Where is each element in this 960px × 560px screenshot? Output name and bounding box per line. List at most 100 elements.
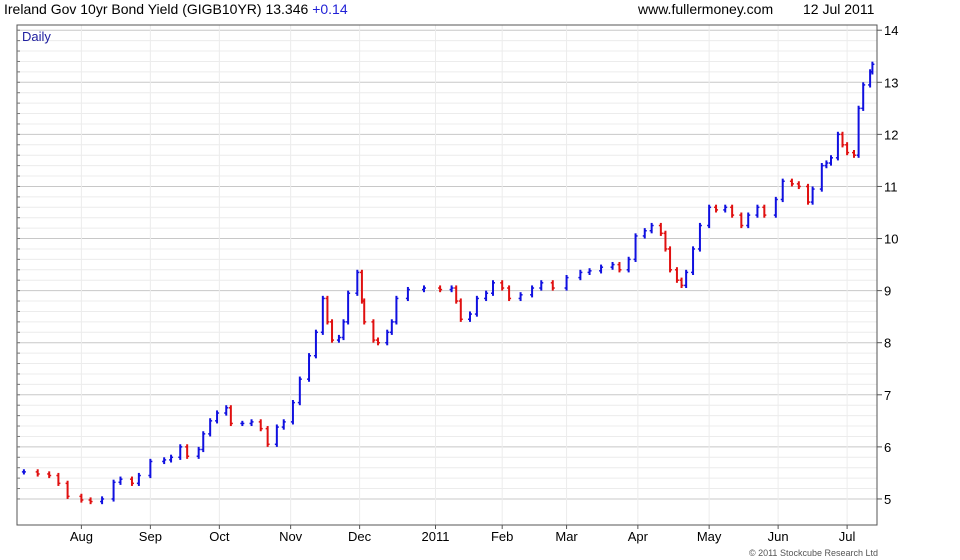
price-bar xyxy=(739,212,744,229)
price-bar xyxy=(539,280,544,291)
y-tick-label: 14 xyxy=(884,23,898,38)
price-bar xyxy=(376,337,381,346)
price-bars xyxy=(21,61,875,505)
y-tick-label: 11 xyxy=(884,179,898,194)
price-bar xyxy=(796,181,801,190)
price-bar xyxy=(518,292,523,302)
price-bar xyxy=(405,286,410,302)
price-bar xyxy=(852,150,857,158)
x-tick-label: Nov xyxy=(279,529,303,544)
price-bar xyxy=(88,497,93,505)
price-bar xyxy=(810,186,815,205)
price-bar xyxy=(755,204,760,218)
price-bar xyxy=(394,295,399,325)
price-bar xyxy=(274,424,279,447)
price-bar xyxy=(371,319,376,343)
price-bar xyxy=(789,178,794,187)
price-bar xyxy=(845,142,850,156)
price-bar xyxy=(281,419,286,430)
x-tick-label: May xyxy=(697,529,722,544)
price-bar xyxy=(679,277,684,289)
price-bar xyxy=(835,131,840,161)
price-bar xyxy=(500,280,505,291)
price-bar xyxy=(550,280,555,291)
price-bar xyxy=(663,230,668,252)
price-bar xyxy=(458,298,463,322)
price-bar xyxy=(730,204,735,218)
price-bar xyxy=(449,285,454,293)
price-bar xyxy=(762,204,767,218)
price-bar xyxy=(746,212,751,229)
price-bar xyxy=(56,472,61,486)
price-bar xyxy=(587,268,592,275)
copyright-notice: © 2011 Stockcube Research Ltd xyxy=(748,548,878,558)
y-tick-label: 6 xyxy=(884,440,891,455)
price-bar xyxy=(346,290,351,325)
price-bar xyxy=(824,160,829,169)
price-bar xyxy=(806,183,811,205)
price-bar xyxy=(162,457,167,465)
y-tick-label: 9 xyxy=(884,284,891,299)
x-tick-label: Jul xyxy=(839,529,856,544)
price-bar xyxy=(224,405,229,416)
x-tick-label: 2011 xyxy=(422,529,450,544)
y-tick-label: 8 xyxy=(884,336,891,351)
price-bar xyxy=(642,228,647,239)
x-tick-label: Dec xyxy=(348,529,372,544)
price-bar xyxy=(564,275,569,291)
price-bar xyxy=(313,329,318,359)
price-bar xyxy=(148,458,153,479)
price-bar xyxy=(633,233,638,262)
price-bar xyxy=(65,480,70,499)
price-bar xyxy=(474,295,479,317)
x-tick-label: Mar xyxy=(555,529,578,544)
price-bar xyxy=(870,61,875,75)
plot-frame xyxy=(16,24,878,526)
price-bar xyxy=(723,204,728,213)
price-bar xyxy=(79,493,84,503)
x-tick-label: Jun xyxy=(768,529,789,544)
price-bar xyxy=(341,319,346,341)
price-bar xyxy=(355,269,360,296)
price-bar xyxy=(290,400,295,425)
x-tick-label: Feb xyxy=(491,529,513,544)
period-label: Daily xyxy=(22,29,51,44)
price-bar xyxy=(249,419,254,427)
price-bar xyxy=(861,82,866,111)
price-bar xyxy=(438,285,443,293)
price-bar xyxy=(484,290,489,302)
price-bar xyxy=(610,261,615,270)
price-bar xyxy=(578,269,583,281)
price-bar xyxy=(169,454,174,463)
price-bar xyxy=(35,469,40,477)
price-bar xyxy=(707,204,712,229)
price-bar xyxy=(320,295,325,335)
price-bar xyxy=(215,410,220,424)
price-bar xyxy=(691,246,696,275)
x-tick-label: Sep xyxy=(139,529,162,544)
price-bar xyxy=(47,471,52,479)
price-bar xyxy=(490,280,495,296)
price-bar xyxy=(530,285,535,298)
x-tick-label: Apr xyxy=(628,529,649,544)
price-bar xyxy=(111,479,116,502)
price-bar xyxy=(325,295,330,325)
price-bar xyxy=(201,431,206,453)
price-bar xyxy=(658,222,663,236)
y-tick-label: 10 xyxy=(884,232,898,247)
grid-lines xyxy=(17,25,877,525)
price-bar xyxy=(100,496,105,505)
x-tick-label: Aug xyxy=(70,529,93,544)
price-bar xyxy=(297,376,302,406)
price-bar xyxy=(714,204,719,213)
price-bar xyxy=(136,472,141,486)
price-bar xyxy=(240,420,245,427)
price-bar xyxy=(258,419,263,432)
price-bar xyxy=(330,319,335,343)
price-bar xyxy=(208,418,213,437)
price-bar xyxy=(617,261,622,273)
price-bar xyxy=(307,353,312,382)
price-bar xyxy=(780,178,785,203)
price-bar xyxy=(467,311,472,322)
price-bar xyxy=(422,285,427,293)
